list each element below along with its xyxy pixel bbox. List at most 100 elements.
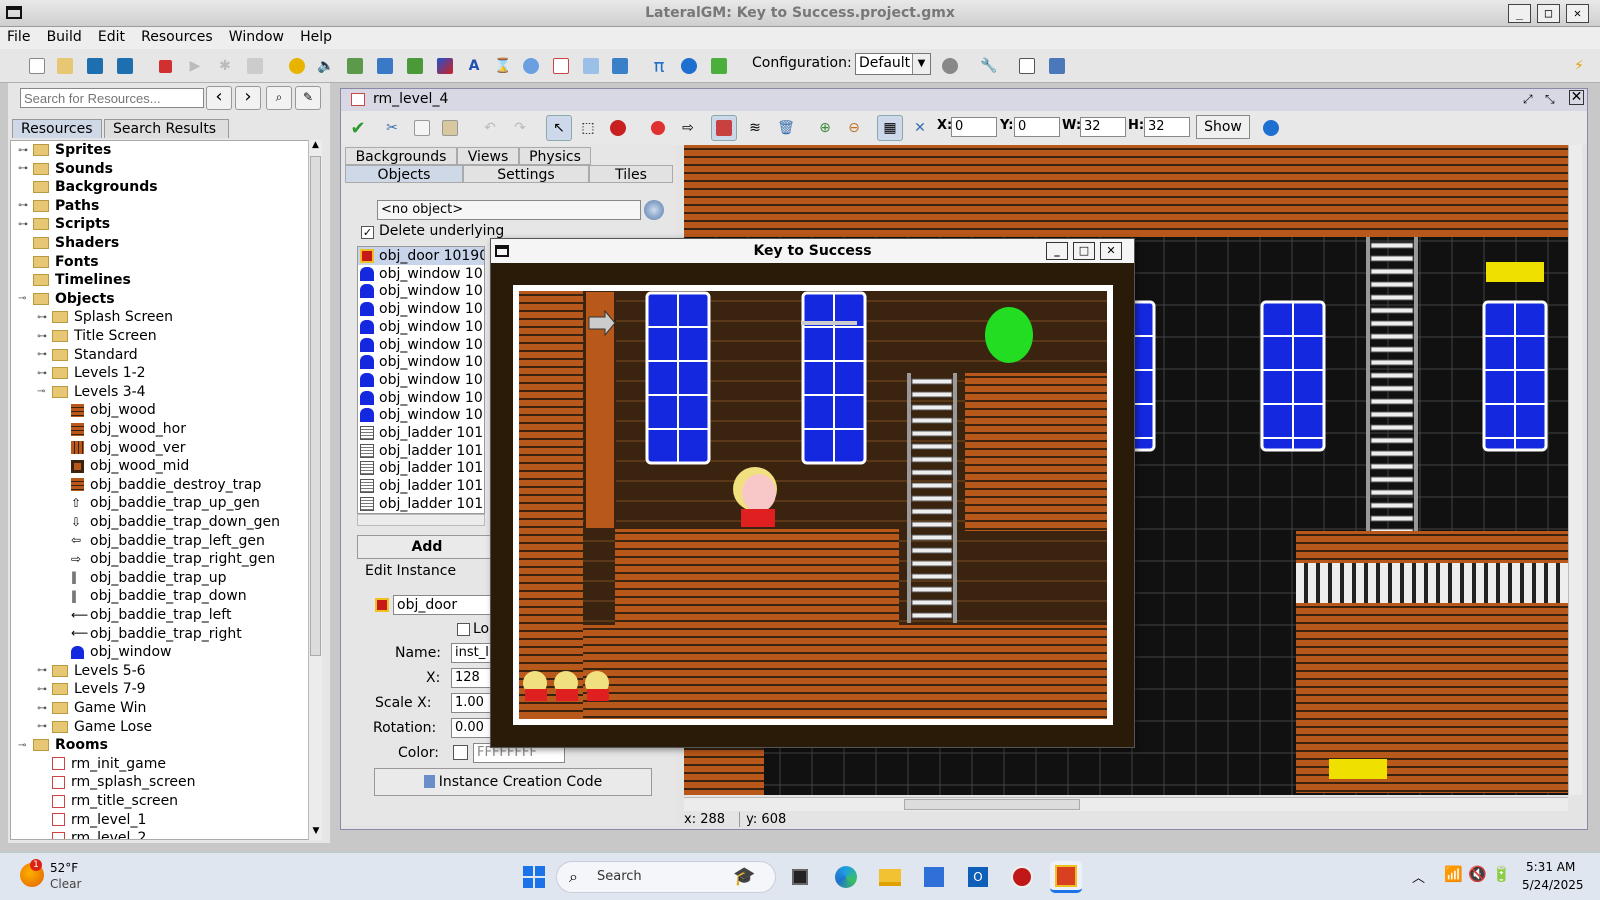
game-taskbar-icon[interactable] — [1050, 861, 1082, 893]
tree-item[interactable]: ⇩ obj_baddie_trap_down_gen — [71, 513, 280, 531]
room-hscroll[interactable] — [684, 797, 1568, 811]
tree-expander-icon[interactable]: ⊶ — [37, 331, 47, 342]
width-field[interactable]: 32 — [1080, 117, 1126, 137]
maximize-icon[interactable]: □ — [1537, 4, 1560, 23]
start-icon[interactable] — [518, 861, 550, 893]
shift-instances-icon[interactable]: ⇨ — [675, 115, 701, 141]
menu-help[interactable]: Help — [293, 27, 337, 45]
list-item[interactable]: obj_window 101 — [358, 265, 484, 283]
tree-expander-icon[interactable]: ⊶ — [37, 312, 47, 323]
room-vscroll[interactable] — [1568, 145, 1582, 795]
menu-window[interactable]: Window — [222, 27, 289, 45]
tree-item[interactable]: ⊸ Objects — [18, 290, 115, 308]
list-item[interactable]: obj_window 101 — [358, 282, 484, 300]
instance-creation-code-button[interactable]: Instance Creation Code — [374, 768, 652, 796]
tray-chevron-up-icon[interactable]: ︿ — [1412, 867, 1425, 886]
list-item[interactable]: obj_window 101 — [358, 300, 484, 318]
tree-item[interactable]: ‖ obj_baddie_trap_down — [71, 587, 247, 605]
tree-item[interactable]: Fonts — [33, 253, 99, 271]
outlook-icon[interactable]: O — [962, 861, 994, 893]
background-icon[interactable] — [342, 53, 368, 79]
y-coord-field[interactable]: 0 — [1014, 117, 1060, 137]
list-item[interactable]: obj_ladder 1019 — [358, 495, 484, 513]
close-icon[interactable]: ✕ — [1566, 4, 1589, 23]
tree-item[interactable]: obj_window — [71, 643, 171, 661]
tree-item[interactable]: Timelines — [33, 271, 131, 289]
tree-item[interactable]: ‖ obj_baddie_trap_up — [71, 569, 227, 587]
select-pointer-icon[interactable]: ↖ — [546, 115, 572, 141]
paint-icon[interactable] — [605, 115, 631, 141]
help-icon[interactable] — [1258, 115, 1284, 141]
filter-icon[interactable]: ✎ — [295, 86, 321, 110]
tree-item[interactable]: ⊶ Standard — [37, 346, 138, 364]
show-button[interactable]: Show — [1196, 115, 1250, 139]
tree-item[interactable]: rm_init_game — [52, 755, 166, 773]
wifi-icon[interactable]: 📶 — [1444, 865, 1463, 883]
include-icon[interactable] — [578, 53, 604, 79]
height-field[interactable]: 32 — [1144, 117, 1190, 137]
list-item[interactable]: obj_ladder 1019 — [358, 477, 484, 495]
resource-search-input[interactable] — [20, 88, 204, 108]
tree-item[interactable]: obj_baddie_destroy_trap — [71, 476, 261, 494]
zoom-in-icon[interactable]: ⊕ — [812, 115, 838, 141]
forward-arrow-icon[interactable]: › — [235, 86, 261, 110]
scroll-thumb[interactable] — [310, 156, 321, 656]
stop-icon[interactable] — [152, 53, 178, 79]
copy-icon[interactable] — [409, 115, 435, 141]
save-as-icon[interactable] — [112, 53, 138, 79]
search-options-icon[interactable]: ⌕ — [266, 86, 292, 110]
list-item[interactable]: obj_window 101 — [358, 389, 484, 407]
redo-icon[interactable]: ↷ — [507, 115, 533, 141]
minimize-icon[interactable]: _ — [1508, 4, 1531, 23]
tree-item[interactable]: Backgrounds — [33, 178, 158, 196]
tree-item[interactable]: ⇧ obj_baddie_trap_up_gen — [71, 494, 260, 512]
grid-icon[interactable]: ▦ — [877, 115, 903, 141]
script-icon[interactable] — [402, 53, 428, 79]
extension-icon[interactable] — [607, 53, 633, 79]
tree-item[interactable]: obj_wood_ver — [71, 439, 185, 457]
preferences-wrench-icon[interactable]: 🔧 — [976, 53, 1002, 79]
game-maximize-icon[interactable]: □ — [1073, 242, 1095, 260]
tree-item[interactable]: ⇦ obj_baddie_trap_left_gen — [71, 532, 265, 550]
tab-settings[interactable]: Settings — [463, 165, 589, 183]
tree-scrollbar[interactable]: ▲ ▼ — [308, 140, 322, 840]
tree-item[interactable]: obj_wood_hor — [71, 420, 186, 438]
game-viewport[interactable] — [513, 285, 1113, 725]
menu-resources[interactable]: Resources — [134, 27, 218, 45]
tree-expander-icon[interactable]: ⊶ — [37, 703, 47, 714]
close-frame-icon[interactable]: ✕ — [1569, 90, 1584, 105]
game-window[interactable]: Key to Success _ □ ✕ — [490, 238, 1135, 748]
new-project-icon[interactable] — [24, 53, 50, 79]
tab-views[interactable]: Views — [457, 147, 519, 165]
tree-item[interactable]: ⊶ Game Lose — [37, 718, 152, 736]
game-close-icon[interactable]: ✕ — [1100, 242, 1122, 260]
list-item[interactable]: obj_ladder 1019 — [358, 442, 484, 460]
scale-x-field[interactable]: 1.00 — [451, 693, 491, 713]
tree-expander-icon[interactable]: ⊶ — [18, 219, 28, 230]
color-swatch[interactable] — [453, 745, 468, 760]
tree-item[interactable]: ⊶ Sounds — [18, 160, 113, 178]
restore-frame-icon[interactable]: ⤢ — [1523, 92, 1533, 107]
tree-item[interactable]: obj_wood_mid — [71, 457, 189, 475]
menu-build[interactable]: Build — [40, 27, 87, 45]
tree-expander-icon[interactable]: ⊸ — [37, 386, 45, 397]
tree-item[interactable]: ⊶ Levels 5-6 — [37, 662, 146, 680]
tree-expander-icon[interactable]: ⊶ — [18, 145, 28, 156]
tree-item[interactable]: ⊶ Paths — [18, 197, 99, 215]
lateralgm-icon[interactable] — [1006, 861, 1038, 893]
delete-underlying-checkbox[interactable]: ✓ — [361, 226, 374, 239]
list-item[interactable]: obj_door 10190 — [358, 247, 484, 265]
tree-item[interactable]: ⟵ obj_baddie_trap_right — [71, 625, 242, 643]
instance-list[interactable]: obj_door 10190 obj_window 101 obj_window 1… — [357, 246, 485, 514]
tree-item[interactable]: ⇨ obj_baddie_trap_right_gen — [71, 550, 275, 568]
paste-icon[interactable] — [437, 115, 463, 141]
list-item[interactable]: obj_window 101 — [358, 406, 484, 424]
task-view-icon[interactable] — [784, 861, 816, 893]
list-item[interactable]: obj_window 101 — [358, 353, 484, 371]
x-coord-field[interactable]: 0 — [951, 117, 997, 137]
quick-run-icon[interactable]: ⚡ — [1566, 53, 1592, 79]
run-icon[interactable]: ▶ — [182, 53, 208, 79]
tab-resources[interactable]: Resources — [12, 119, 102, 138]
game-minimize-icon[interactable]: _ — [1046, 242, 1068, 260]
configuration-select[interactable]: Default ▼ — [855, 53, 931, 75]
